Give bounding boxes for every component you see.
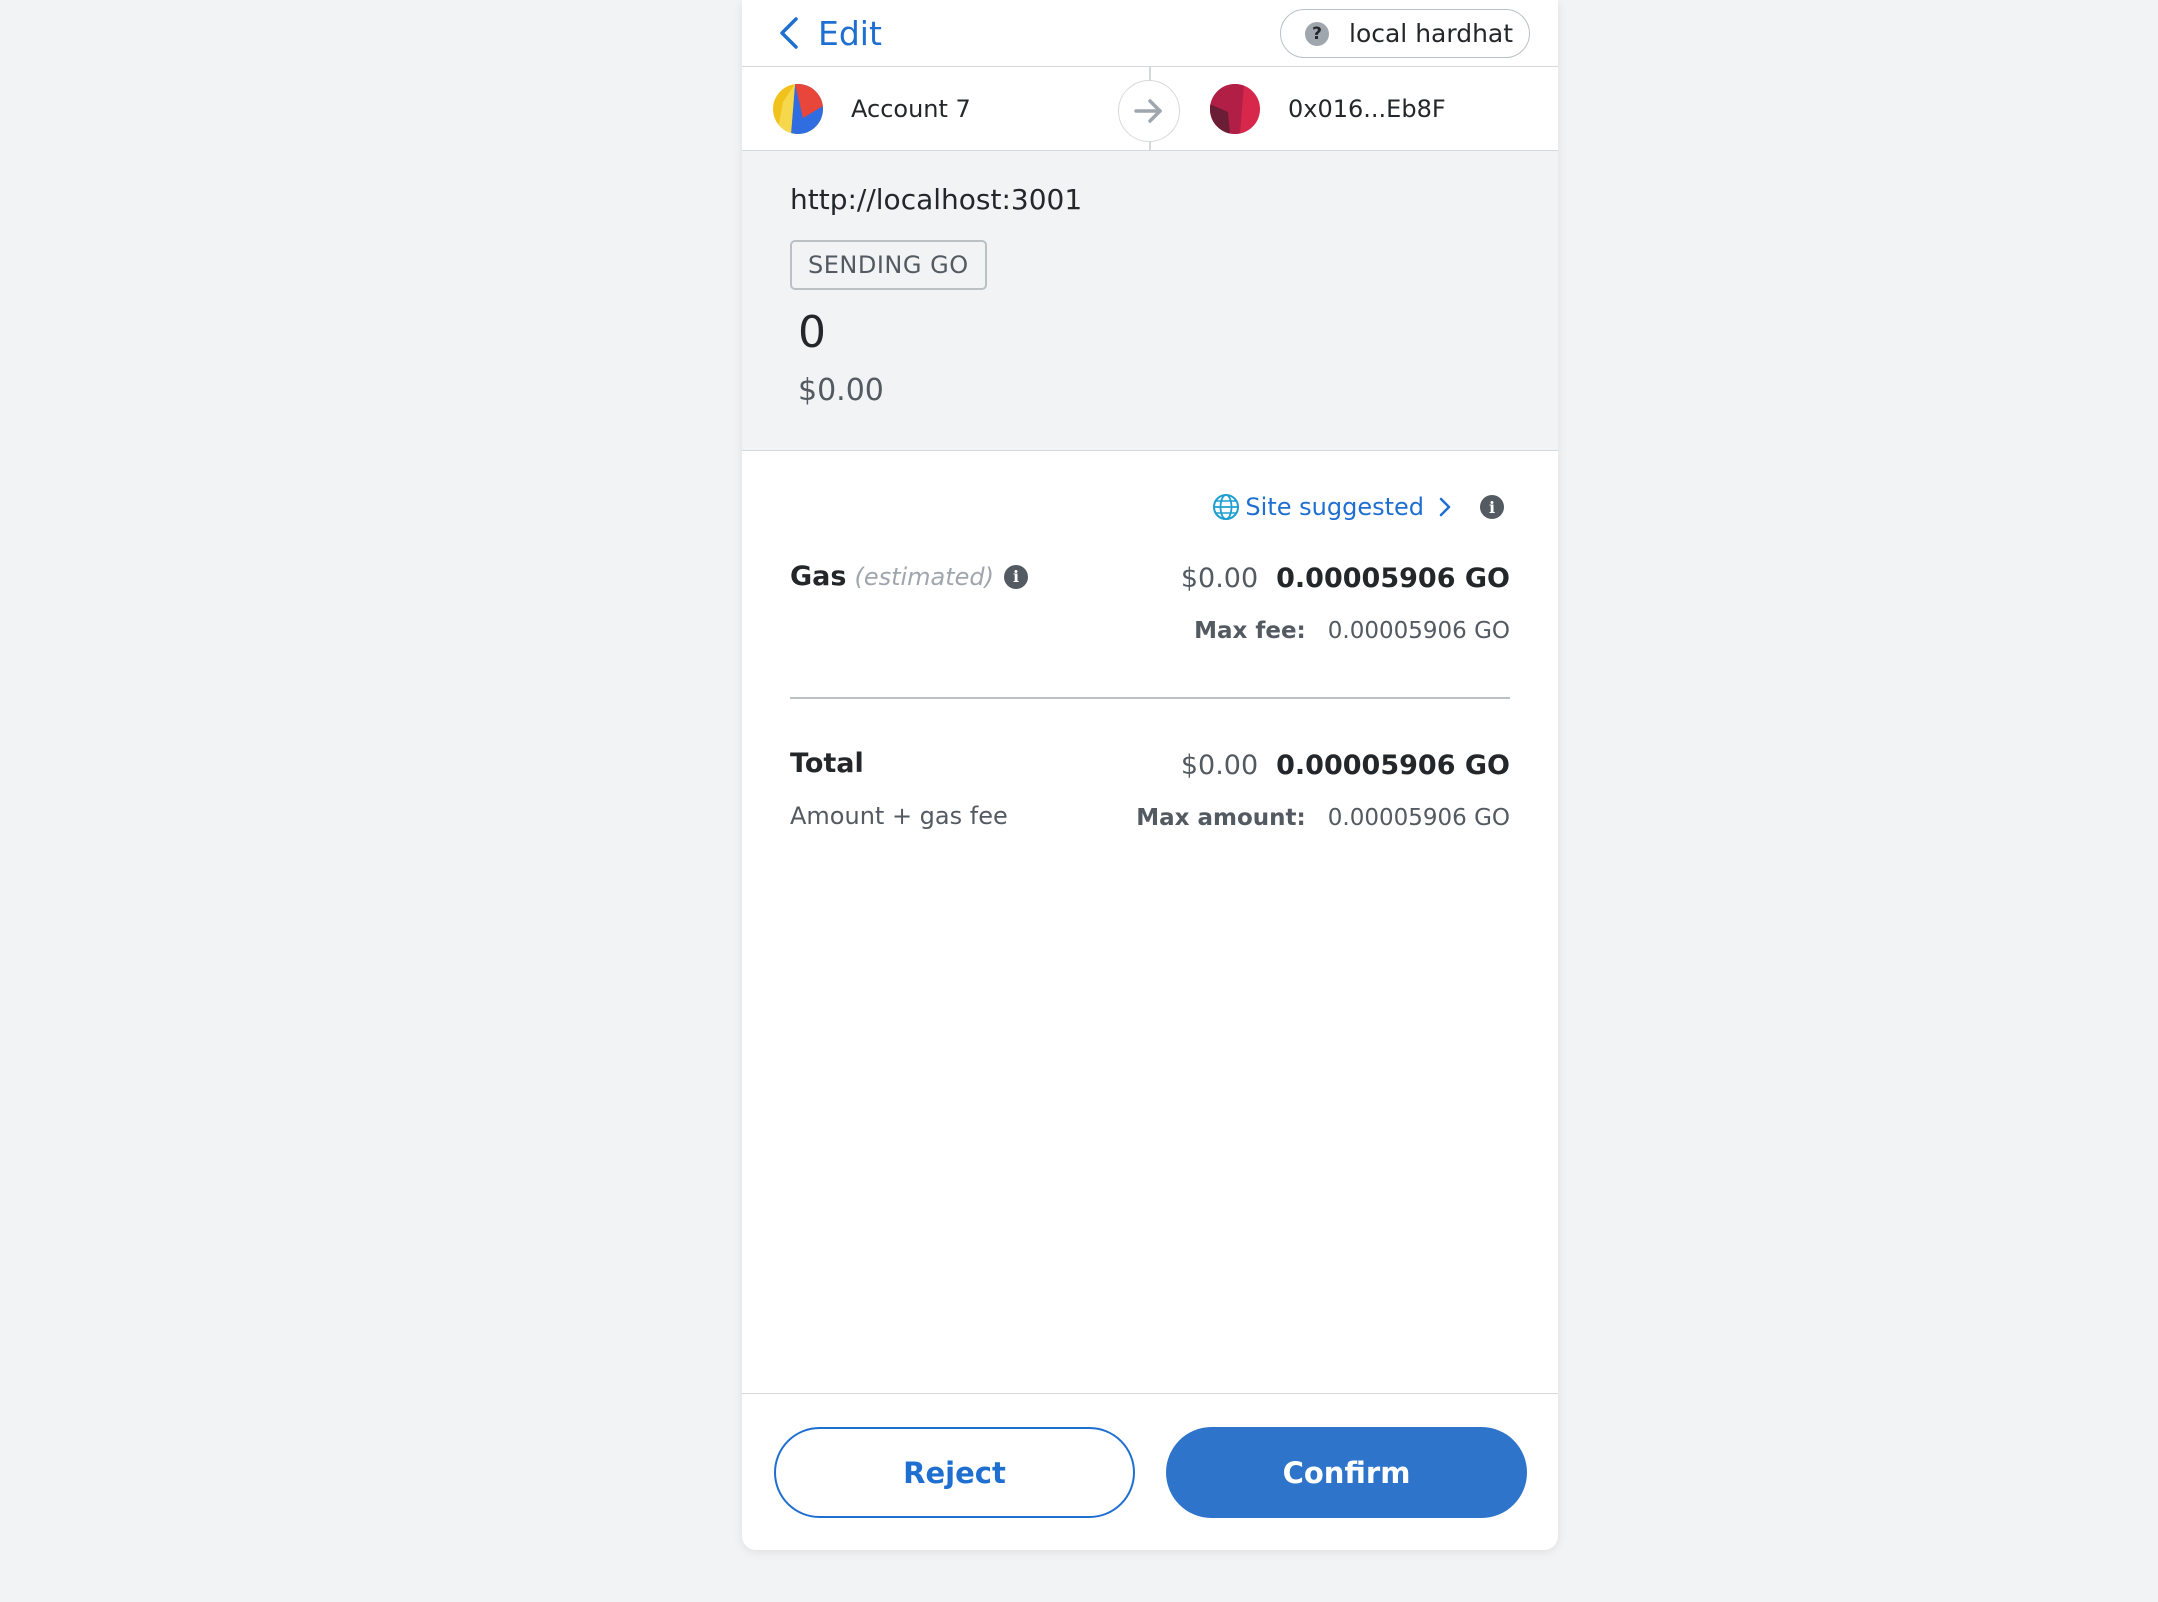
max-amount-label: Max amount: <box>1136 805 1306 831</box>
question-icon: ? <box>1305 21 1329 46</box>
gas-label: Gas (estimated) i <box>790 561 1029 592</box>
sender-avatar <box>773 84 823 134</box>
network-label: local hardhat <box>1349 19 1514 48</box>
sender-account[interactable]: Account 7 <box>773 84 971 134</box>
divider <box>790 697 1510 699</box>
recipient-avatar <box>1210 84 1260 134</box>
edit-label: Edit <box>818 13 882 53</box>
info-icon[interactable]: i <box>1004 564 1029 589</box>
globe-icon <box>1213 494 1240 520</box>
total-sub-label: Amount + gas fee <box>790 802 1008 830</box>
total-value: $0.00 0.00005906 GO <box>1181 750 1510 781</box>
chevron-left-icon <box>780 17 798 49</box>
sender-recipient-row: Account 7 0x016...Eb8F <box>742 67 1558 151</box>
origin-url: http://localhost:3001 <box>790 183 1083 216</box>
transaction-summary: http://localhost:3001 SENDING GO 0 $0.00 <box>742 151 1558 451</box>
sender-name: Account 7 <box>851 95 971 123</box>
total-label: Total <box>790 748 864 779</box>
network-selector[interactable]: ? local hardhat <box>1280 9 1530 58</box>
header: Edit ? local hardhat <box>742 0 1558 67</box>
confirm-button[interactable]: Confirm <box>1166 1427 1527 1518</box>
total-crypto: 0.00005906 GO <box>1276 750 1510 781</box>
max-amount-value: 0.00005906 GO <box>1327 805 1510 831</box>
recipient-address: 0x016...Eb8F <box>1288 95 1446 123</box>
gas-label-text: Gas <box>790 561 847 592</box>
gas-fiat: $0.00 <box>1180 563 1259 594</box>
gas-value: $0.00 0.00005906 GO <box>1181 563 1510 594</box>
total-fiat: $0.00 <box>1180 750 1259 781</box>
send-fiat-amount: $0.00 <box>798 373 884 408</box>
send-amount: 0 <box>798 307 826 358</box>
gas-estimated-label: (estimated) <box>854 562 995 591</box>
footer: Reject Confirm <box>742 1393 1558 1550</box>
confirm-transaction-popup: Edit ? local hardhat Account 7 0x016...E… <box>742 0 1558 1550</box>
max-fee-row: Max fee: 0.00005906 GO <box>1194 618 1510 644</box>
site-suggested-label: Site suggested <box>1245 493 1424 521</box>
reject-button[interactable]: Reject <box>774 1427 1135 1518</box>
action-badge: SENDING GO <box>790 240 987 290</box>
info-icon[interactable]: i <box>1480 495 1504 519</box>
max-amount-row: Max amount: 0.00005906 GO <box>1136 805 1510 831</box>
max-fee-label: Max fee: <box>1194 618 1306 644</box>
chevron-right-icon <box>1439 497 1451 517</box>
max-fee-value: 0.00005906 GO <box>1327 618 1510 644</box>
gas-fee-edit-button[interactable]: Site suggested i <box>1211 492 1504 522</box>
gas-crypto: 0.00005906 GO <box>1276 563 1510 594</box>
arrow-right-icon <box>1118 80 1180 142</box>
recipient-account[interactable]: 0x016...Eb8F <box>1210 84 1446 134</box>
edit-button[interactable]: Edit <box>776 10 882 56</box>
